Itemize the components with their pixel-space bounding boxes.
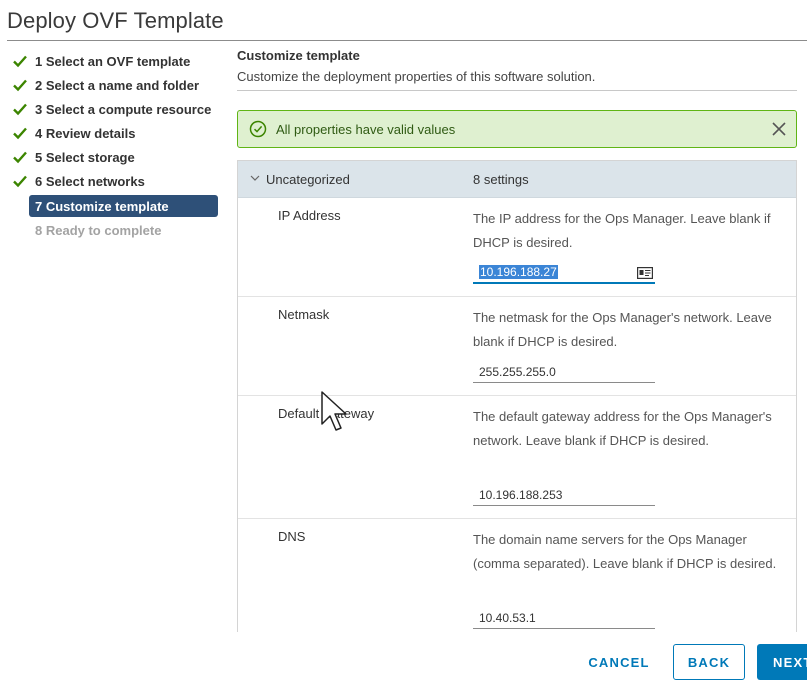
step-2[interactable]: 2 Select a name and folder [12,74,218,96]
chevron-down-icon[interactable] [250,174,260,182]
step-label: 2 Select a name and folder [35,77,200,93]
step-5[interactable]: 5 Select storage [12,146,218,168]
step-label: 7 Customize template [35,198,169,214]
step-label: 4 Review details [35,125,136,141]
dialog-title: Deploy OVF Template [7,8,224,33]
step-4[interactable]: 4 Review details [12,122,218,144]
step-1[interactable]: 1 Select an OVF template [12,50,218,72]
section-title: Customize template [237,48,360,63]
checkmark-icon [13,103,27,116]
step-3[interactable]: 3 Select a compute resource [12,98,218,120]
check-circle-icon [249,120,267,138]
property-description: The IP address for the Ops Manager. Leav… [473,211,771,250]
property-row-gateway: Default Gateway The default gateway addr… [238,396,796,519]
checkmark-icon [13,175,27,188]
step-label: 5 Select storage [35,149,135,165]
property-description: The netmask for the Ops Manager's networ… [473,310,772,349]
section-subtitle: Customize the deployment properties of t… [237,69,596,84]
section-divider [237,90,797,91]
step-label: 8 Ready to complete [35,222,162,238]
property-row-ip: IP Address The IP address for the Ops Ma… [238,198,796,297]
dns-input[interactable]: 10.40.53.1 [473,607,655,629]
checkmark-icon [13,79,27,92]
property-label: Default Gateway [278,406,375,421]
property-label: Netmask [278,307,330,322]
step-label: 6 Select networks [35,173,145,189]
back-button[interactable]: BACK [673,644,745,680]
property-row-dns: DNS The domain name servers for the Ops … [238,519,796,632]
success-alert: All properties have valid values [237,110,797,148]
properties-grid: Uncategorized 8 settings IP Address The … [237,160,797,632]
property-description: The domain name servers for the Ops Mana… [473,532,777,571]
alert-text: All properties have valid values [276,121,456,137]
step-6[interactable]: 6 Select networks [12,170,218,192]
group-header[interactable]: Uncategorized 8 settings [238,161,796,198]
input-value: 255.255.255.0 [479,364,556,379]
group-count: 8 settings [473,171,529,187]
checkmark-icon [13,151,27,164]
checkmark-icon [13,55,27,68]
ip-address-input[interactable]: 10.196.188.27 [473,262,655,284]
gateway-input[interactable]: 10.196.188.253 [473,484,655,506]
input-value: 10.196.188.27 [479,265,558,279]
main-panel: Customize template Customize the deploym… [237,46,797,632]
property-label: IP Address [278,208,341,223]
step-8: 8 Ready to complete [35,219,241,241]
checkmark-icon [13,127,27,140]
step-label: 3 Select a compute resource [35,101,212,117]
title-divider [7,40,807,41]
close-icon[interactable] [771,121,787,137]
property-description: The default gateway address for the Ops … [473,409,772,448]
cancel-button[interactable]: CANCEL [578,644,660,680]
group-name: Uncategorized [266,171,350,187]
property-label: DNS [278,529,306,544]
input-value: 10.40.53.1 [479,610,536,625]
netmask-input[interactable]: 255.255.255.0 [473,361,655,383]
id-card-icon[interactable] [637,267,653,279]
input-value: 10.196.188.253 [479,487,563,502]
next-button[interactable]: NEXT [757,644,807,680]
property-row-netmask: Netmask The netmask for the Ops Manager'… [238,297,796,396]
step-label: 1 Select an OVF template [35,53,191,69]
step-7-active[interactable]: 7 Customize template [29,195,218,217]
